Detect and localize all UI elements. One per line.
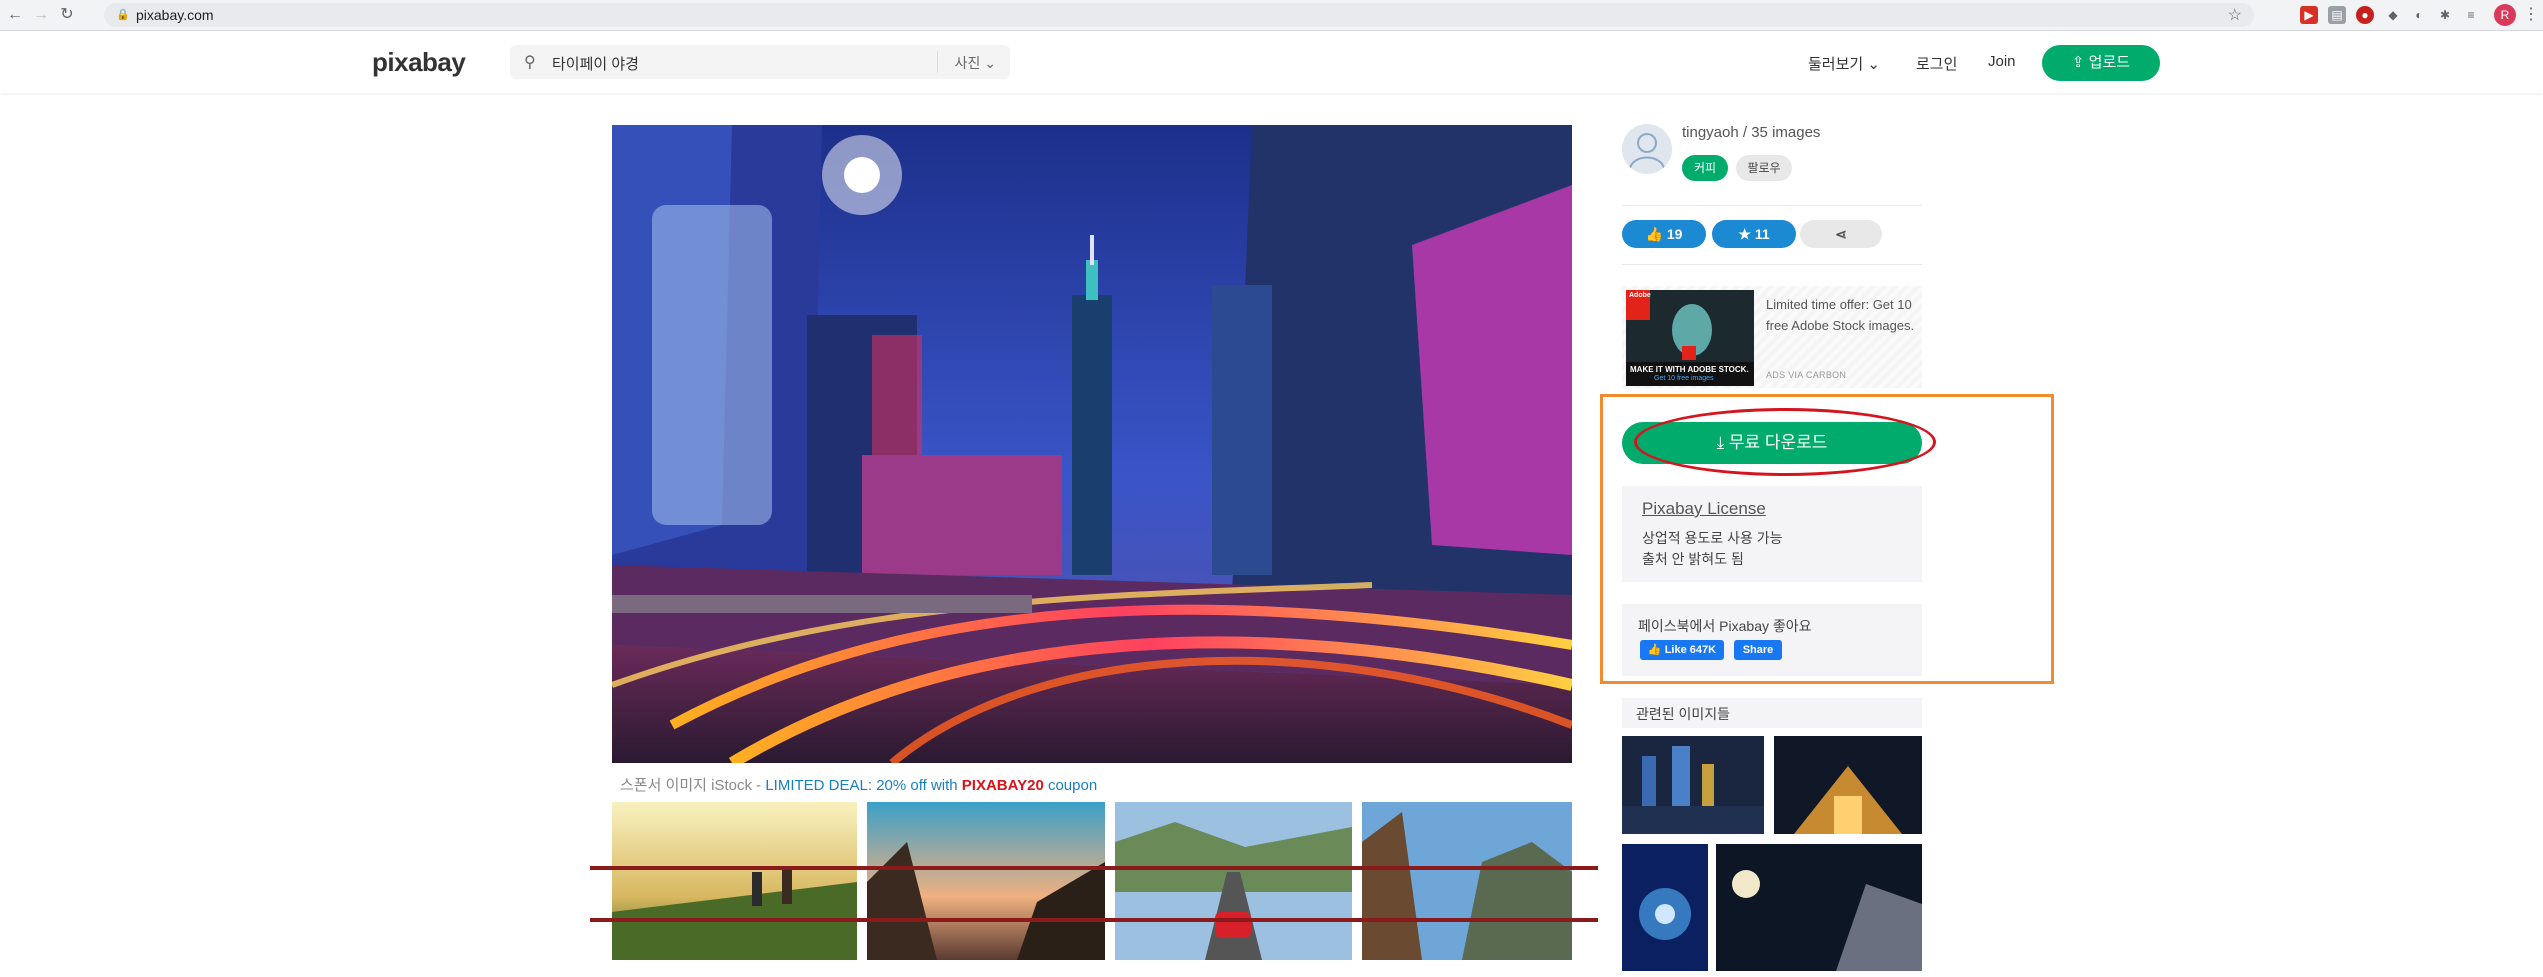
extension-icon[interactable]: ◐: [2410, 6, 2428, 24]
main-photo[interactable]: [612, 125, 1572, 763]
extension-icon[interactable]: ●: [2356, 6, 2374, 24]
nav-join[interactable]: Join: [1988, 53, 2016, 70]
search-type-select[interactable]: 사진 ⌄: [955, 53, 996, 73]
search-type-label: 사진: [954, 55, 981, 71]
follow-button[interactable]: 팔로우: [1736, 155, 1792, 181]
lit-building-thumbnail: [1774, 736, 1922, 834]
ad-image-caption: MAKE IT WITH ADOBE STOCK.: [1630, 365, 1749, 374]
profile-avatar[interactable]: R: [2494, 4, 2516, 26]
chevron-down-icon: ⌄: [1867, 56, 1880, 73]
favorite-count: 11: [1754, 226, 1770, 242]
ad-image[interactable]: Adobe MAKE IT WITH ADOBE STOCK. Get 10 f…: [1626, 290, 1754, 386]
upload-icon: ⇪: [2071, 54, 2085, 71]
share-button[interactable]: ⋖: [1800, 220, 1882, 248]
related-image[interactable]: [1622, 736, 1764, 834]
pixabay-logo[interactable]: pixabay: [372, 47, 466, 78]
related-image[interactable]: [1774, 736, 1922, 834]
annotation-red-ellipse: [1634, 408, 1936, 476]
related-heading-box: 관련된 이미지들: [1622, 698, 1922, 728]
puzzle-icon[interactable]: ✱: [2436, 6, 2454, 24]
divider: [1622, 264, 1922, 265]
share-icon: ⋖: [1835, 226, 1847, 242]
user-icon: [1629, 133, 1665, 169]
nav-explore-label: 둘러보기: [1808, 56, 1864, 73]
bookmark-star-icon[interactable]: ☆: [2228, 5, 2242, 25]
url-text: pixabay.com: [136, 7, 214, 23]
site-header: pixabay ⚲ 타이페이 야경 사진 ⌄ 둘러보기 ⌄ 로그인 Join ⇪…: [0, 31, 2543, 93]
extension-icon[interactable]: ▤: [2328, 6, 2346, 24]
related-image[interactable]: [1622, 844, 1708, 971]
like-button[interactable]: 👍 19: [1622, 220, 1706, 248]
author-name[interactable]: tingyaoh / 35 images: [1682, 124, 1820, 141]
back-icon[interactable]: ←: [4, 4, 26, 26]
sponsored-thumbnail[interactable]: [612, 802, 857, 960]
ad-via[interactable]: ADS VIA CARBON: [1766, 370, 1846, 380]
hikers-sunset-image: [612, 802, 857, 960]
upload-label: 업로드: [2088, 54, 2131, 71]
search-icon: ⚲: [524, 54, 536, 71]
annotation-strike-line: [590, 866, 1598, 870]
nav-explore[interactable]: 둘러보기 ⌄: [1808, 53, 1880, 74]
search-divider: [937, 51, 938, 73]
extension-icon[interactable]: ◆: [2384, 6, 2402, 24]
forward-icon[interactable]: →: [30, 4, 52, 26]
carbon-ad[interactable]: Adobe MAKE IT WITH ADOBE STOCK. Get 10 f…: [1622, 286, 1922, 388]
upload-button[interactable]: ⇪ 업로드: [2042, 45, 2160, 81]
annotation-strike-line: [590, 918, 1598, 922]
related-image[interactable]: [1716, 844, 1922, 971]
menu-icon[interactable]: ⋮: [2520, 4, 2542, 26]
coffee-button[interactable]: 커피: [1682, 155, 1728, 181]
sponsor-suffix[interactable]: coupon: [1044, 777, 1097, 794]
favorite-button[interactable]: ★ 11: [1712, 220, 1796, 248]
sponsor-prefix: 스폰서 이미지 iStock -: [620, 777, 766, 794]
sponsor-line[interactable]: 스폰서 이미지 iStock - LIMITED DEAL: 20% off w…: [620, 774, 1097, 795]
related-heading: 관련된 이미지들: [1636, 706, 1731, 722]
like-count: 19: [1666, 226, 1683, 242]
sponsored-thumbnail[interactable]: [1115, 802, 1352, 960]
sponsor-deal[interactable]: LIMITED DEAL: 20% off with: [765, 777, 961, 794]
adobe-logo-text: Adobe: [1629, 292, 1651, 299]
ad-text[interactable]: Limited time offer: Get 10 free Adobe St…: [1766, 294, 1916, 336]
divider: [1622, 205, 1922, 206]
taipei-night-photo: [612, 125, 1572, 763]
sponsored-thumbnail[interactable]: [1362, 802, 1572, 960]
browser-toolbar: ← → ↻ 🔒 pixabay.com ☆ ▶ ▤ ● ◆ ◐ ✱ ≡ R ⋮: [0, 0, 2543, 31]
extension-icon[interactable]: ▶: [2300, 6, 2318, 24]
city-night-thumbnail: [1622, 736, 1764, 834]
sponsor-code[interactable]: PIXABAY20: [962, 777, 1044, 794]
moon-wolf-thumbnail: [1716, 844, 1922, 971]
star-icon: ★: [1738, 226, 1751, 242]
climber-image: [867, 802, 1105, 960]
reload-icon[interactable]: ↻: [56, 4, 78, 26]
author-avatar[interactable]: [1622, 124, 1672, 174]
address-bar[interactable]: 🔒 pixabay.com ☆: [104, 3, 2254, 27]
chevron-down-icon: ⌄: [984, 55, 996, 71]
sponsored-thumbnail[interactable]: [867, 802, 1105, 960]
lock-icon: 🔒: [116, 9, 130, 21]
reading-list-icon[interactable]: ≡: [2462, 6, 2480, 24]
search-input[interactable]: 타이페이 야경: [552, 53, 639, 74]
red-car-road-image: [1115, 802, 1352, 960]
thumbs-up-icon: 👍: [1645, 226, 1663, 242]
ad-image-subcaption: Get 10 free images: [1654, 375, 1714, 382]
mountain-cliff-image: [1362, 802, 1572, 960]
blue-glow-thumbnail: [1622, 844, 1708, 971]
nav-login[interactable]: 로그인: [1916, 53, 1957, 74]
search-bar[interactable]: ⚲ 타이페이 야경 사진 ⌄: [510, 45, 1010, 79]
